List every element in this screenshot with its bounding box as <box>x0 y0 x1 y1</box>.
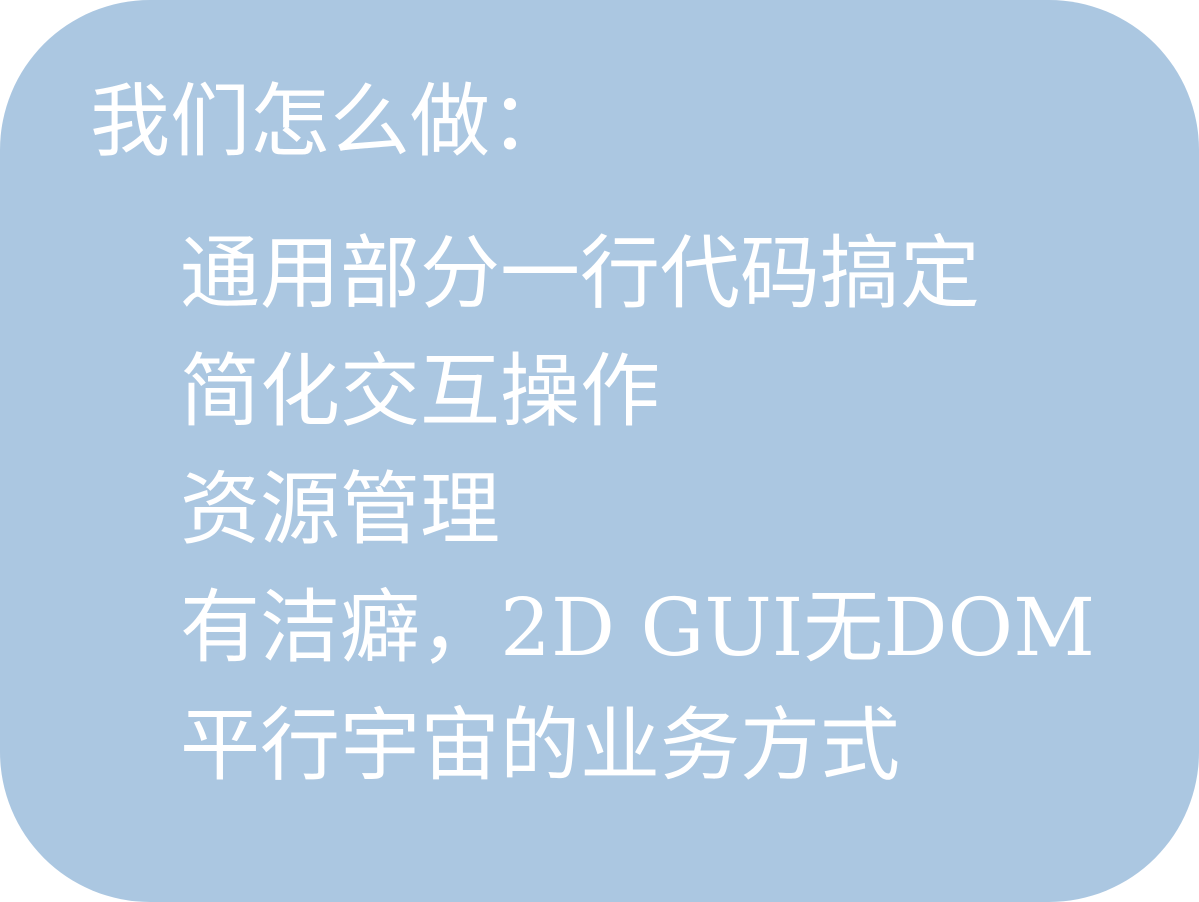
item-list: 通用部分一行代码搞定 简化交互操作 资源管理 有洁癖，2D GUI无DOM 平行… <box>180 215 1095 805</box>
list-item: 资源管理 <box>180 463 500 556</box>
list-item: 有洁癖，2D GUI无DOM <box>180 581 1096 674</box>
list-item: 通用部分一行代码搞定 <box>180 227 980 320</box>
card-heading: 我们怎么做： <box>90 75 570 168</box>
content-card: 我们怎么做： 通用部分一行代码搞定 简化交互操作 资源管理 有洁癖，2D GUI… <box>0 0 1199 902</box>
list-item: 平行宇宙的业务方式 <box>180 699 900 792</box>
list-item: 简化交互操作 <box>180 345 660 438</box>
